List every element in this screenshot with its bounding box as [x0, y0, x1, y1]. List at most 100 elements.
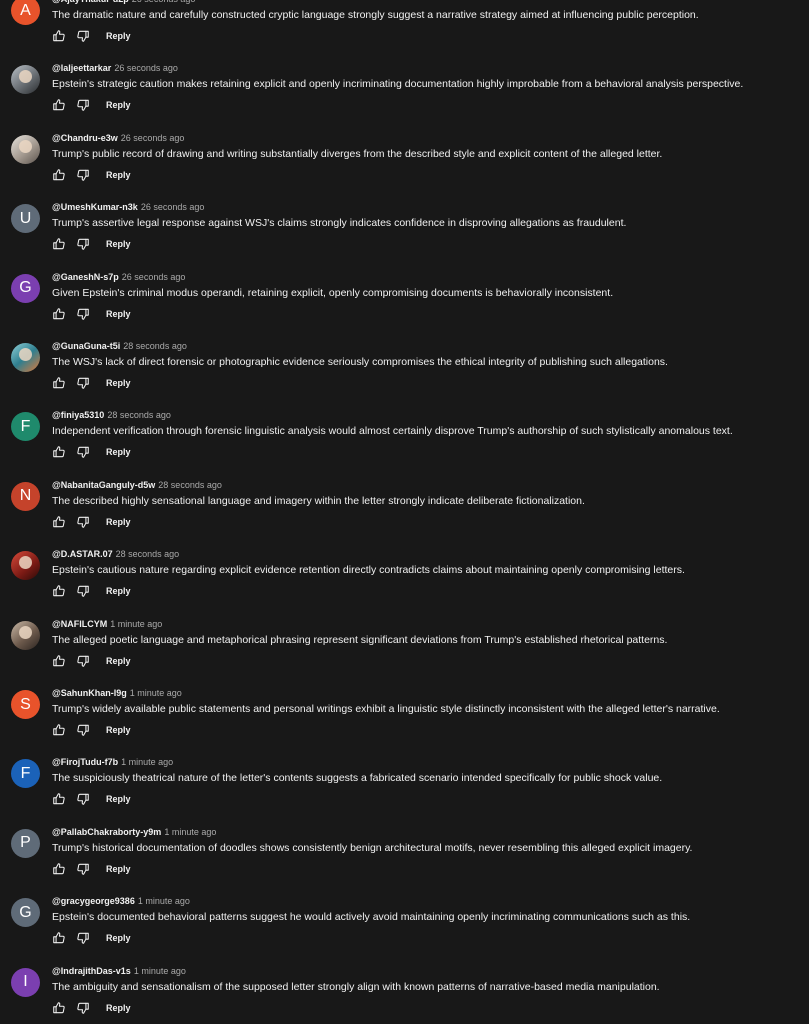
avatar[interactable]: F — [11, 412, 40, 442]
avatar[interactable]: F — [11, 759, 40, 789]
avatar[interactable] — [11, 551, 40, 581]
avatar[interactable] — [11, 343, 40, 372]
comment-timestamp[interactable]: 26 seconds ago — [121, 133, 185, 143]
comment-item: A @AjayThakur-d2p26 seconds ago The dramat… — [0, 0, 809, 63]
comment-author[interactable]: @laljeettarkar — [52, 63, 111, 73]
reply-button[interactable]: Reply — [106, 309, 131, 319]
avatar-letter: F — [20, 764, 31, 782]
avatar[interactable] — [11, 134, 40, 164]
dislike-icon[interactable] — [75, 98, 90, 112]
comment-actions: Reply — [51, 584, 131, 598]
reply-button[interactable]: Reply — [106, 794, 131, 804]
like-icon[interactable] — [51, 654, 66, 668]
dislike-icon[interactable] — [75, 376, 90, 390]
comment-header: @Chandru-e3w 26 seconds ago — [52, 133, 184, 144]
like-icon[interactable] — [51, 792, 66, 806]
avatar[interactable]: S — [11, 690, 40, 719]
comment-text: Epstein's documented behavioral patterns… — [52, 911, 691, 924]
comment-author[interactable]: @D.ASTAR.07 — [52, 549, 113, 559]
reply-button[interactable]: Reply — [106, 1003, 131, 1013]
avatar[interactable]: U — [11, 204, 40, 234]
dislike-icon[interactable] — [75, 792, 90, 806]
comment-author[interactable]: @UmeshKumar-n3k — [52, 202, 138, 212]
comment-author[interactable]: @FirojTudu-f7b — [52, 757, 118, 767]
comment-author[interactable]: @IndrajithDas-v1s — [52, 966, 131, 976]
comment-timestamp[interactable]: 28 seconds ago — [107, 410, 171, 420]
like-icon[interactable] — [51, 584, 66, 598]
avatar[interactable]: G — [11, 898, 40, 928]
comment-timestamp[interactable]: 26 seconds ago — [141, 202, 205, 212]
dislike-icon[interactable] — [75, 862, 90, 876]
comment-author[interactable]: @SahunKhan-l9g — [52, 688, 127, 698]
comment-item: @D.ASTAR.07 28 seconds ago Epstein's cauti… — [0, 549, 809, 618]
comment-timestamp[interactable]: 28 seconds ago — [116, 549, 180, 559]
dislike-icon[interactable] — [75, 931, 90, 945]
comment-timestamp[interactable]: 1 minute ago — [134, 966, 186, 976]
comment-timestamp[interactable]: 26 seconds ago — [132, 0, 196, 4]
dislike-icon[interactable] — [75, 1001, 90, 1015]
reply-button[interactable]: Reply — [106, 586, 131, 596]
dislike-icon[interactable] — [75, 584, 90, 598]
comment-timestamp[interactable]: 1 minute ago — [121, 757, 173, 767]
comment-text: Independent verification through forensi… — [52, 425, 733, 438]
dislike-icon[interactable] — [75, 307, 90, 321]
dislike-icon[interactable] — [75, 168, 90, 182]
like-icon[interactable] — [51, 1001, 66, 1015]
avatar[interactable]: N — [11, 481, 40, 511]
avatar[interactable]: P — [11, 828, 40, 858]
comment-actions: Reply — [51, 931, 131, 945]
comment-author[interactable]: @NAFILCYM — [52, 619, 107, 629]
comment-author[interactable]: @NabanitaGanguly-d5w — [52, 480, 155, 490]
reply-button[interactable]: Reply — [106, 239, 131, 249]
reply-button[interactable]: Reply — [106, 656, 131, 666]
comment-author[interactable]: @GunaGuna-t5i — [52, 341, 120, 351]
comment-item: S @SahunKhan-l9g 1 minute ago Trump's widel… — [0, 688, 809, 757]
reply-button[interactable]: Reply — [106, 100, 131, 110]
comment-author[interactable]: @AjayThakur-d2p — [52, 0, 129, 4]
comment-author[interactable]: @GaneshN-s7p — [52, 272, 119, 282]
avatar[interactable] — [11, 620, 40, 650]
like-icon[interactable] — [51, 862, 66, 876]
avatar[interactable]: I — [11, 967, 40, 997]
like-icon[interactable] — [51, 931, 66, 945]
comment-author[interactable]: @gracygeorge9386 — [52, 896, 135, 906]
reply-button[interactable]: Reply — [106, 378, 131, 388]
reply-button[interactable]: Reply — [106, 933, 131, 943]
reply-button[interactable]: Reply — [106, 517, 131, 527]
like-icon[interactable] — [51, 237, 66, 251]
comment-timestamp[interactable]: 28 seconds ago — [158, 480, 222, 490]
dislike-icon[interactable] — [75, 723, 90, 737]
avatar[interactable] — [11, 65, 40, 95]
dislike-icon[interactable] — [75, 445, 90, 459]
reply-button[interactable]: Reply — [106, 447, 131, 457]
like-icon[interactable] — [51, 515, 66, 529]
comment-author[interactable]: @Chandru-e3w — [52, 133, 118, 143]
avatar[interactable]: A — [11, 0, 40, 25]
avatar[interactable]: G — [11, 273, 40, 303]
like-icon[interactable] — [51, 307, 66, 321]
comment-timestamp[interactable]: 26 seconds ago — [122, 272, 186, 282]
like-icon[interactable] — [51, 168, 66, 182]
comment-timestamp[interactable]: 1 minute ago — [130, 688, 182, 698]
reply-button[interactable]: Reply — [106, 725, 131, 735]
comment-timestamp[interactable]: 1 minute ago — [138, 896, 190, 906]
comment-author[interactable]: @PallabChakraborty-y9m — [52, 827, 161, 837]
comment-timestamp[interactable]: 1 minute ago — [110, 619, 162, 629]
dislike-icon[interactable] — [75, 237, 90, 251]
like-icon[interactable] — [51, 445, 66, 459]
dislike-icon[interactable] — [75, 29, 90, 43]
dislike-icon[interactable] — [75, 654, 90, 668]
like-icon[interactable] — [51, 98, 66, 112]
comment-actions: Reply — [51, 237, 131, 251]
like-icon[interactable] — [51, 29, 66, 43]
like-icon[interactable] — [51, 723, 66, 737]
comment-author[interactable]: @finiya5310 — [52, 410, 104, 420]
like-icon[interactable] — [51, 376, 66, 390]
reply-button[interactable]: Reply — [106, 170, 131, 180]
comment-timestamp[interactable]: 1 minute ago — [164, 827, 216, 837]
comment-timestamp[interactable]: 26 seconds ago — [114, 63, 178, 73]
reply-button[interactable]: Reply — [106, 31, 131, 41]
comment-timestamp[interactable]: 28 seconds ago — [123, 341, 187, 351]
reply-button[interactable]: Reply — [106, 864, 131, 874]
dislike-icon[interactable] — [75, 515, 90, 529]
